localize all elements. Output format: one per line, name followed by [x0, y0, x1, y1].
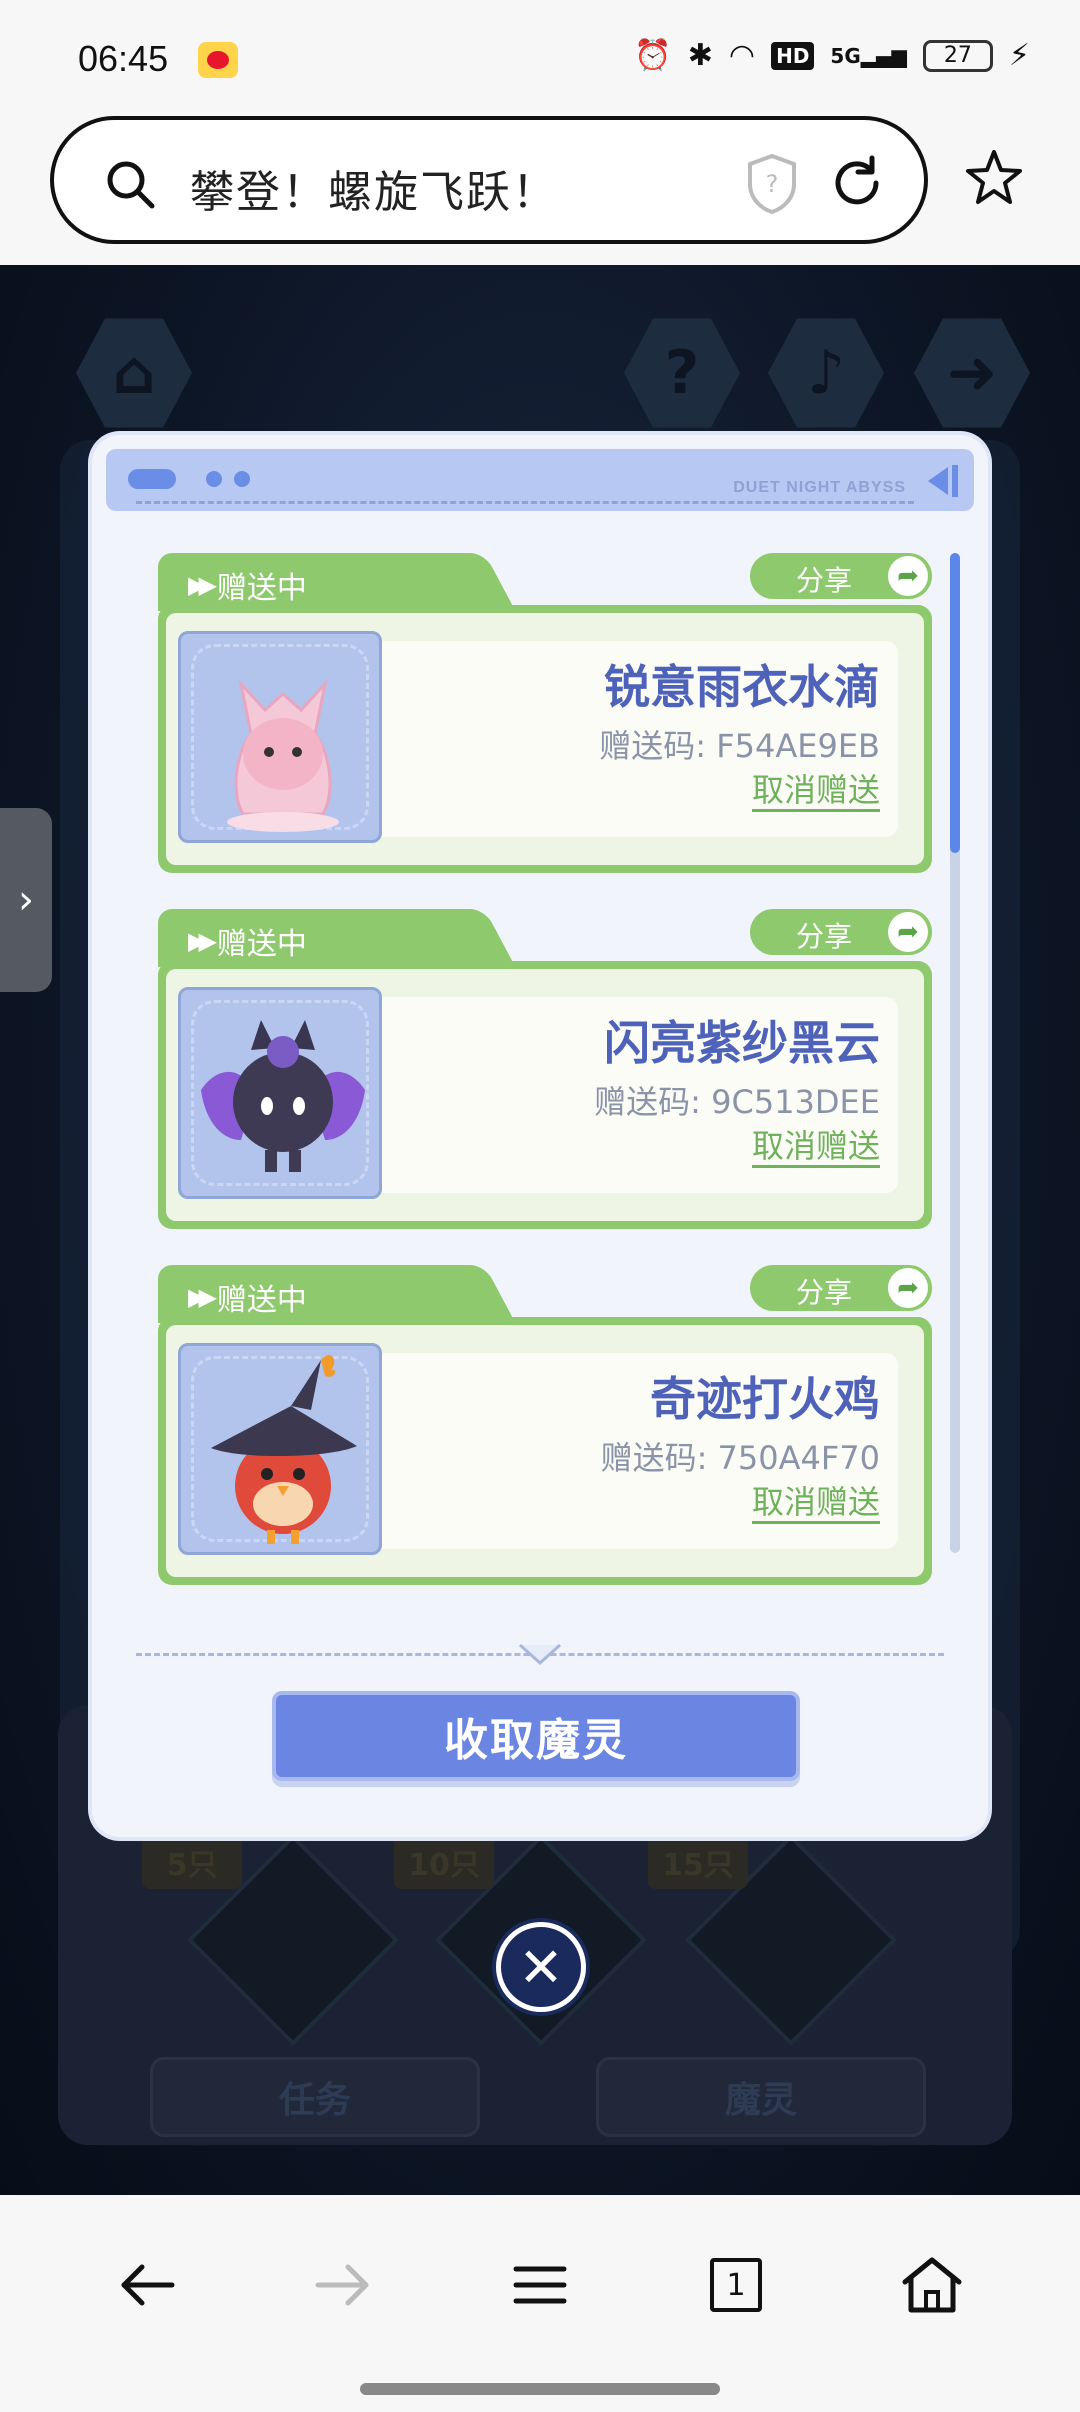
forward-button[interactable] [302, 2245, 382, 2325]
share-arrow-icon: ➦ [888, 1268, 928, 1308]
modal-header: DUET NIGHT ABYSS [106, 449, 974, 511]
gift-status: 赠送中 [216, 571, 307, 606]
search-icon [107, 161, 155, 209]
chevron-right-icon: › [18, 877, 34, 923]
home-button[interactable] [892, 2245, 972, 2325]
tab-count: 1 [710, 2258, 762, 2312]
gift-code: 赠送码: F54AE9EB [599, 727, 880, 765]
gift-card: ▶▶ 赠送中 分享 ➦ 锐意雨衣水滴 赠送码: F54AE9EB 取消赠送 [158, 553, 932, 873]
browser-toolbar: 攀登！螺旋飞跃！ ? [0, 110, 1080, 265]
bluetooth-icon: ✱ [687, 38, 713, 73]
side-panel-handle[interactable]: › [0, 808, 52, 992]
hamburger-menu-icon [513, 2266, 567, 2304]
fast-forward-icon: ▶▶ [188, 571, 217, 599]
battery-icon: 27 [922, 39, 993, 72]
share-button[interactable]: 分享 ➦ [750, 553, 932, 599]
collect-sprite-button[interactable]: 收取魔灵 [272, 1691, 800, 1781]
share-arrow-icon: ➦ [888, 912, 928, 952]
tabs-button[interactable]: 1 [696, 2245, 776, 2325]
gift-code: 赠送码: 9C513DEE [594, 1083, 880, 1121]
tab-sprites: 魔灵 [596, 2057, 926, 2137]
raindrop-sprite-image [227, 679, 339, 832]
gift-code: 赠送码: 750A4F70 [600, 1439, 880, 1477]
count-badge: 5只 [142, 1835, 242, 1889]
status-time: 06:45 [78, 38, 169, 79]
bookmark-star-icon[interactable] [962, 146, 1026, 210]
close-modal-button[interactable]: ✕ [496, 1922, 586, 2012]
cancel-gift-link[interactable]: 取消赠送 [751, 1483, 880, 1524]
share-arrow-icon: ➦ [888, 556, 928, 596]
share-button[interactable]: 分享 ➦ [750, 1265, 932, 1311]
home-hex-icon: ⌂ [76, 318, 192, 428]
fast-forward-icon: ▶▶ [188, 1283, 217, 1311]
svg-text:?: ? [766, 170, 779, 198]
sprite-thumbnail [178, 987, 382, 1199]
back-arrow-icon [928, 467, 948, 495]
sprite-thumbnail [178, 1343, 382, 1555]
count-badge: 10只 [394, 1835, 494, 1889]
back-button[interactable] [108, 2245, 188, 2325]
charging-icon: ⚡ [1008, 38, 1030, 73]
gift-status: 赠送中 [216, 1283, 307, 1318]
scrollbar-thumb[interactable] [950, 553, 960, 853]
share-hex-icon: ➜ [914, 318, 1030, 428]
weibo-icon [198, 42, 238, 78]
sprite-name: 闪亮紫纱黑云 [604, 1016, 880, 1070]
cancel-gift-link[interactable]: 取消赠送 [751, 1127, 880, 1168]
home-icon [902, 2257, 962, 2313]
fast-forward-icon: ▶▶ [188, 927, 217, 955]
cancel-gift-link[interactable]: 取消赠送 [751, 771, 880, 812]
alarm-icon: ⏰ [634, 38, 672, 73]
gesture-home-indicator[interactable] [360, 2383, 720, 2395]
sprite-thumbnail [178, 631, 382, 843]
gift-status: 赠送中 [216, 927, 307, 962]
status-icons: ⏰ ✱ ◠ HD 5G▂▄▆ 27 ⚡ [634, 38, 1030, 73]
status-bar: 06:45 ⏰ ✱ ◠ HD 5G▂▄▆ 27 ⚡ [0, 0, 1080, 110]
hd-badge: HD [771, 41, 815, 70]
gift-card: ▶▶ 赠送中 分享 ➦ 闪亮紫纱黑云 赠送码: 9C513DEE 取消赠送 [158, 909, 932, 1229]
gift-modal: DUET NIGHT ABYSS ▶▶ 赠送中 分享 ➦ 锐意雨衣水滴 赠送码: … [92, 435, 988, 1837]
music-hex-icon: ♪ [768, 318, 884, 428]
browser-bottom-nav: 1 [0, 2195, 1080, 2412]
tab-tasks: 任务 [150, 2057, 480, 2137]
sprite-name: 锐意雨衣水滴 [604, 660, 880, 714]
signal-icon: 5G▂▄▆ [830, 43, 907, 68]
url-text: 攀登！螺旋飞跃！ [190, 167, 558, 218]
chevron-down-icon [518, 1643, 562, 1666]
share-button[interactable]: 分享 ➦ [750, 909, 932, 955]
gift-card: ▶▶ 赠送中 分享 ➦ 奇迹打火鸡 赠送码: 750A4F70 取消赠送 [158, 1265, 932, 1585]
security-shield-icon[interactable]: ? [744, 152, 800, 216]
arrow-left-icon [121, 2264, 175, 2306]
count-badge: 15只 [648, 1835, 748, 1889]
sprite-name: 奇迹打火鸡 [650, 1372, 880, 1426]
close-icon: ✕ [518, 1935, 564, 1999]
brand-text: DUET NIGHT ABYSS [733, 479, 906, 496]
arrow-right-icon [315, 2264, 369, 2306]
fire-chicken-sprite-image [211, 1354, 357, 1544]
address-bar[interactable]: 攀登！螺旋飞跃！ ? [50, 116, 928, 244]
wifi-icon: ◠ [728, 38, 756, 73]
cloud-sprite-image [201, 1020, 365, 1172]
menu-button[interactable] [500, 2245, 580, 2325]
help-hex-icon: ? [624, 318, 740, 428]
reload-icon[interactable] [826, 152, 888, 214]
